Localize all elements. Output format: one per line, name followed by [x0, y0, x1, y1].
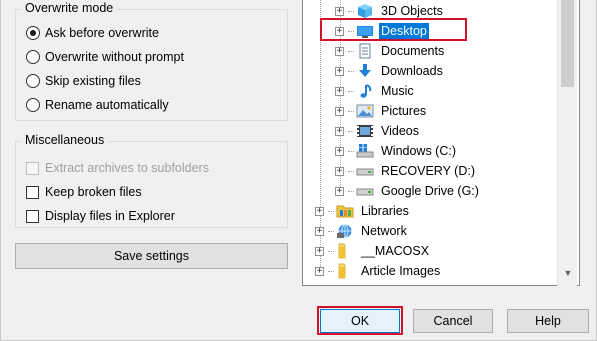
miscellaneous-group: Miscellaneous Extract archives to subfol… — [15, 133, 288, 228]
tree-item-label: RECOVERY (D:) — [381, 164, 476, 178]
tree-scrollbar[interactable]: ▼ — [557, 0, 577, 286]
scroll-down-arrow-icon[interactable]: ▼ — [558, 263, 578, 283]
radio-button[interactable] — [26, 26, 40, 40]
expand-icon[interactable]: + — [315, 206, 324, 216]
tree-item-label: Music — [381, 84, 414, 98]
tree-connector — [348, 10, 354, 12]
tree-connector — [328, 210, 334, 212]
save-settings-button[interactable]: Save settings — [15, 243, 288, 269]
cancel-button[interactable]: Cancel — [413, 309, 493, 333]
tree-connector — [348, 90, 354, 92]
radio-label: Skip existing files — [45, 74, 141, 88]
tree-item-label: Videos — [381, 124, 419, 138]
checkbox-label: Display files in Explorer — [45, 209, 175, 223]
tree-item-macosx[interactable]: + __MACOSX — [315, 241, 431, 261]
libraries-icon — [336, 203, 354, 219]
tree-item-label: __MACOSX — [361, 244, 430, 258]
folder-icon — [336, 263, 354, 279]
expand-icon[interactable]: + — [335, 46, 344, 56]
tree-item-network[interactable]: + Network — [315, 221, 409, 241]
tree-item-label: Network — [361, 224, 407, 238]
tree-connector — [348, 110, 354, 112]
tree-item-label: Google Drive (G:) — [381, 184, 479, 198]
expand-icon[interactable]: + — [315, 266, 324, 276]
folder-tree[interactable]: + 3D Objects + Desktop + Documents + Dow… — [302, 0, 580, 286]
expand-icon[interactable]: + — [315, 246, 324, 256]
tree-item-music[interactable]: + Music — [335, 81, 416, 101]
ok-highlight-box — [317, 306, 403, 335]
radio-button[interactable] — [26, 74, 40, 88]
radio-ask-before-overwrite[interactable]: Ask before overwrite — [26, 24, 159, 42]
tree-item-label: 3D Objects — [381, 4, 443, 18]
tree-item-label: Article Images — [361, 264, 441, 278]
expand-icon[interactable]: + — [335, 86, 344, 96]
tree-connector — [348, 70, 354, 72]
tree-item-google-drive-g[interactable]: + Google Drive (G:) — [335, 181, 481, 201]
expand-icon[interactable]: + — [335, 106, 344, 116]
folder-icon — [336, 243, 354, 259]
tree-connector — [348, 150, 354, 152]
tree-item-label: Windows (C:) — [381, 144, 457, 158]
checkbox-label: Keep broken files — [45, 185, 142, 199]
expand-icon[interactable]: + — [335, 146, 344, 156]
help-button[interactable]: Help — [507, 309, 589, 333]
tree-connector — [328, 230, 334, 232]
tree-item-libraries[interactable]: + Libraries — [315, 201, 411, 221]
expand-icon[interactable]: + — [315, 226, 324, 236]
checkbox-extract-archives: Extract archives to subfolders — [26, 159, 209, 177]
pictures-icon — [356, 103, 374, 119]
tree-connector — [328, 250, 334, 252]
overwrite-mode-title: Overwrite mode — [22, 1, 117, 15]
checkbox[interactable] — [26, 209, 39, 223]
radio-label: Rename automatically — [45, 98, 169, 112]
documents-icon — [356, 43, 374, 59]
tree-item-windows-c[interactable]: + Windows (C:) — [335, 141, 458, 161]
expand-icon[interactable]: + — [335, 186, 344, 196]
drive-icon — [356, 163, 374, 179]
drive-icon — [356, 183, 374, 199]
tree-connector — [348, 190, 354, 192]
radio-overwrite-without-prompt[interactable]: Overwrite without prompt — [26, 48, 184, 66]
music-icon — [356, 83, 374, 99]
radio-label: Ask before overwrite — [45, 26, 159, 40]
videos-icon — [356, 123, 374, 139]
tree-item-label: Documents — [381, 44, 445, 58]
miscellaneous-title: Miscellaneous — [22, 133, 108, 147]
radio-button[interactable] — [26, 98, 40, 112]
expand-icon[interactable]: + — [335, 126, 344, 136]
network-icon — [336, 223, 354, 239]
tree-item-recovery-d[interactable]: + RECOVERY (D:) — [335, 161, 477, 181]
tree-connector — [348, 170, 354, 172]
tree-item-videos[interactable]: + Videos — [335, 121, 421, 141]
tree-item-article-images[interactable]: + Article Images — [315, 261, 442, 281]
checkbox[interactable] — [26, 185, 39, 199]
3d-objects-icon — [356, 3, 374, 19]
scrollbar-thumb[interactable] — [561, 0, 574, 87]
tree-connector — [348, 50, 354, 52]
tree-item-label: Downloads — [381, 64, 443, 78]
radio-rename-automatically[interactable]: Rename automatically — [26, 96, 169, 114]
tree-item-pictures[interactable]: + Pictures — [335, 101, 428, 121]
radio-skip-existing-files[interactable]: Skip existing files — [26, 72, 141, 90]
tree-item-downloads[interactable]: + Downloads — [335, 61, 445, 81]
expand-icon[interactable]: + — [335, 66, 344, 76]
expand-icon[interactable]: + — [335, 6, 344, 16]
tree-item-documents[interactable]: + Documents — [335, 41, 446, 61]
expand-icon[interactable]: + — [335, 166, 344, 176]
tree-connector — [328, 270, 334, 272]
tree-connector — [348, 130, 354, 132]
desktop-highlight-box — [320, 18, 467, 41]
tree-item-label: Pictures — [381, 104, 427, 118]
radio-button[interactable] — [26, 50, 40, 64]
windows-drive-icon — [356, 143, 374, 159]
tree-item-label: Libraries — [361, 204, 409, 218]
downloads-icon — [356, 63, 374, 79]
overwrite-mode-group: Overwrite mode Ask before overwrite Over… — [15, 1, 288, 121]
radio-label: Overwrite without prompt — [45, 50, 184, 64]
checkbox — [26, 161, 39, 175]
checkbox-label: Extract archives to subfolders — [45, 161, 209, 175]
checkbox-keep-broken-files[interactable]: Keep broken files — [26, 183, 142, 201]
checkbox-display-files-in-explorer[interactable]: Display files in Explorer — [26, 207, 175, 225]
